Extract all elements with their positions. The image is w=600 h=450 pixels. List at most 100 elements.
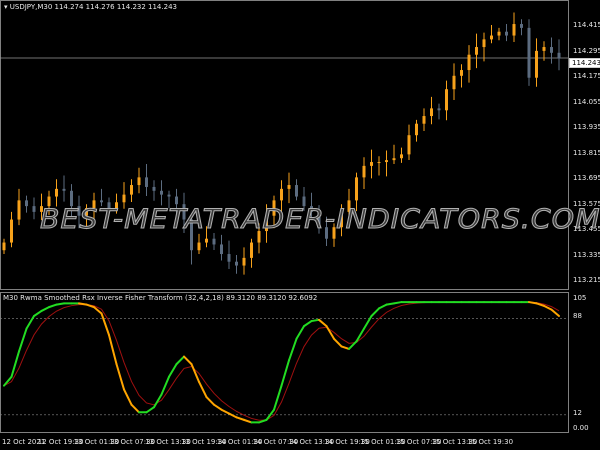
indicator-pane-border	[0, 292, 569, 433]
candle-body	[32, 206, 36, 212]
candle-body	[505, 31, 508, 36]
fisher-line-segment	[280, 359, 290, 387]
fisher-line-segment	[333, 337, 343, 348]
candle-body	[205, 238, 208, 243]
fisher-line-segment	[220, 408, 230, 415]
candle-body	[62, 188, 66, 191]
fisher-line-segment	[385, 302, 395, 306]
fisher-line-segment	[40, 306, 50, 312]
fisher-line-segment	[288, 337, 298, 362]
fisher-line-segment	[10, 350, 20, 378]
fisher-line-segment	[310, 318, 320, 323]
fisher-line-segment	[370, 307, 380, 317]
signal-line	[3, 301, 560, 421]
candle-body	[467, 54, 471, 71]
fisher-line-segment	[25, 315, 35, 330]
fisher-line-segment	[393, 301, 403, 305]
candle-body	[227, 254, 231, 262]
fisher-line-segment	[175, 355, 185, 366]
indicator-scale-label: 12	[573, 409, 582, 417]
watermark: BEST-METATRADER-INDICATORS.COM	[39, 204, 600, 236]
fisher-line-segment	[55, 302, 65, 306]
candle-body	[295, 185, 298, 197]
fisher-line-segment	[318, 318, 328, 328]
price-tick: 113.215	[573, 276, 600, 284]
fisher-line-segment	[130, 403, 140, 414]
candle-body	[122, 194, 126, 203]
fisher-line-segment	[243, 418, 253, 424]
candle-body	[527, 27, 531, 78]
indicator-scale-label: 88	[573, 312, 582, 320]
candle-body	[490, 35, 493, 40]
candle-body	[160, 190, 163, 195]
candle-body	[250, 242, 253, 258]
price-tick: 113.335	[573, 250, 600, 259]
fisher-line-segment	[363, 315, 373, 330]
fisher-line-segment	[295, 325, 305, 340]
candle-body	[137, 177, 141, 186]
candle-body	[377, 162, 381, 164]
time-tick: 15 Oct 19:30	[467, 438, 514, 446]
candle-body	[2, 242, 6, 251]
main-chart-title: ▾ USDJPY,M30 114.274 114.276 114.232 114…	[4, 3, 177, 11]
candle-body	[400, 154, 403, 159]
candle-body	[445, 89, 448, 111]
fisher-line-segment	[183, 355, 193, 366]
price-tick: 114.055	[573, 97, 600, 106]
candle-body	[422, 116, 426, 124]
fisher-line-segment	[33, 309, 43, 317]
candle-body	[130, 185, 133, 195]
fisher-line-segment	[3, 375, 13, 387]
candle-body	[482, 39, 486, 48]
fisher-line-segment	[378, 303, 388, 310]
fisher-line-segment	[168, 363, 178, 378]
candle-body	[437, 108, 441, 111]
candle-body	[220, 244, 223, 255]
candle-body	[460, 70, 463, 76]
candle-body	[542, 47, 546, 51]
candle-body	[535, 50, 538, 78]
candle-body	[430, 108, 433, 117]
fisher-line-segment	[115, 363, 125, 391]
candle-body	[452, 75, 456, 90]
candle-body	[197, 242, 201, 251]
indicator-scale-label: 105	[573, 294, 587, 302]
candle-body	[10, 219, 13, 243]
candle-body	[497, 31, 501, 36]
fisher-line-segment	[18, 327, 28, 353]
fisher-line-segment	[145, 406, 155, 414]
fisher-line-segment	[108, 334, 118, 366]
indicator-title: M30 Rwma Smoothed Rsx Inverse Fisher Tra…	[3, 294, 318, 302]
fisher-line-segment	[213, 403, 223, 411]
candle-body	[355, 177, 358, 201]
fisher-line-segment	[205, 396, 215, 406]
fisher-line-segment	[325, 325, 335, 340]
candle-body	[280, 188, 283, 201]
fisher-line-segment	[303, 320, 313, 328]
fisher-line-segment	[123, 388, 133, 406]
fisher-line-segment	[100, 312, 110, 336]
candle-body	[385, 160, 388, 163]
candle-body	[100, 200, 103, 203]
price-tick: 114.415	[573, 21, 600, 29]
price-tick: 113.815	[573, 148, 600, 157]
candle-body	[362, 165, 366, 178]
candle-body	[557, 52, 561, 59]
candle-body	[242, 257, 246, 266]
fisher-line-segment	[85, 303, 95, 309]
candle-body	[152, 186, 156, 191]
mt4-chart-window: BEST-METATRADER-INDICATORS.COM ▾ USDJPY,…	[0, 0, 600, 450]
candle-body	[167, 194, 171, 197]
fisher-line-segment	[340, 345, 350, 350]
fisher-line-segment	[528, 301, 538, 305]
fisher-line-segment	[198, 380, 208, 399]
price-tick: 113.935	[573, 123, 600, 131]
candle-body	[145, 177, 148, 187]
fisher-line-segment	[78, 302, 88, 306]
indicator-scale-label: 0.00	[573, 424, 589, 432]
price-tick: 114.175	[573, 72, 600, 80]
candle-body	[17, 200, 21, 220]
candle-body	[55, 188, 58, 197]
candle-body	[370, 162, 373, 166]
candle-body	[287, 185, 291, 189]
